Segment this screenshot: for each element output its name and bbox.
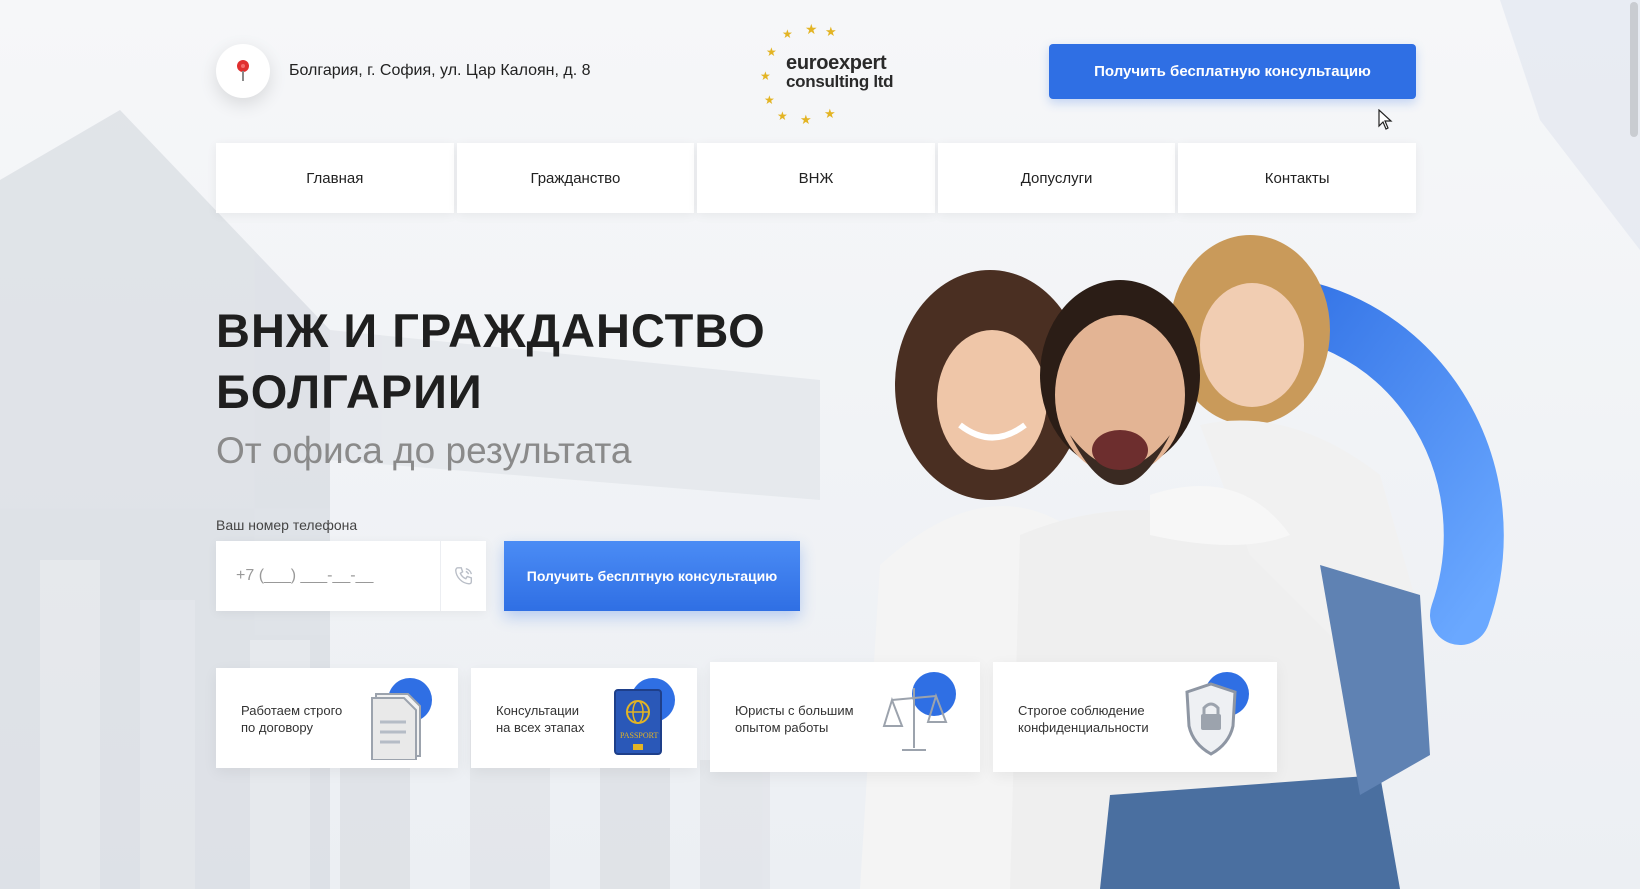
scales-icon	[882, 672, 956, 751]
feature-text-line1: Консультации	[496, 703, 580, 718]
feature-text-line1: Юристы с большим	[735, 703, 854, 718]
feature-text: Консультации на всех этапах	[496, 702, 585, 736]
main-nav: Главная Гражданство ВНЖ Допуслуги Контак…	[216, 143, 1416, 213]
hero-title: ВНЖ И ГРАЖДАНСТВО БОЛГАРИИ	[216, 300, 766, 422]
feature-text-line2: конфиденциальности	[1018, 720, 1149, 735]
phone-input-group	[216, 541, 486, 611]
feature-text-line2: по договору	[241, 720, 313, 735]
phone-field-label: Ваш номер телефона	[216, 517, 358, 533]
header-consultation-button[interactable]: Получить бесплатную консультацию	[1049, 44, 1416, 99]
feature-card-lawyers: Юристы с большим опытом работы	[710, 662, 980, 772]
phone-input[interactable]	[216, 541, 440, 611]
nav-item-residence-permit[interactable]: ВНЖ	[697, 143, 935, 213]
feature-text-line1: Работаем строго	[241, 703, 343, 718]
hero-title-line1: ВНЖ И ГРАЖДАНСТВО	[216, 304, 766, 357]
document-icon	[371, 678, 432, 760]
hero-subtitle: От офиса до результата	[216, 430, 632, 471]
feature-text-line2: на всех этапах	[496, 720, 585, 735]
feature-card-confidentiality: Строгое соблюдение конфиденциальности	[993, 662, 1277, 772]
svg-text:★: ★	[777, 109, 788, 123]
svg-text:★: ★	[766, 45, 777, 59]
passport-icon: PASSPORT	[614, 678, 675, 755]
feature-text: Работаем строго по договору	[241, 702, 342, 736]
logo-text-sub: consulting ltd	[786, 72, 894, 91]
nav-item-citizenship[interactable]: Гражданство	[456, 143, 695, 213]
svg-text:PASSPORT: PASSPORT	[620, 731, 658, 740]
feature-text-line1: Строгое соблюдение	[1018, 703, 1145, 718]
svg-text:★: ★	[824, 106, 836, 121]
hero-title-line2: БОЛГАРИИ	[216, 365, 483, 418]
hero-family-photo	[860, 235, 1504, 889]
svg-text:★: ★	[782, 27, 793, 41]
scrollbar-thumb[interactable]	[1630, 2, 1638, 137]
location-pin-icon	[216, 44, 270, 98]
feature-card-contract: Работаем строго по договору	[216, 668, 458, 768]
svg-text:★: ★	[800, 112, 812, 124]
svg-text:★: ★	[825, 24, 837, 39]
svg-text:★: ★	[805, 21, 818, 37]
shield-lock-icon	[1185, 672, 1249, 756]
nav-item-extra-services[interactable]: Допуслуги	[937, 143, 1176, 213]
nav-item-contacts[interactable]: Контакты	[1178, 143, 1416, 213]
feature-card-consultations: Консультации на всех этапах PASSPORT	[471, 668, 697, 768]
company-logo[interactable]: ★ ★ ★ ★ ★ ★ ★ ★ ★ euroexpert consulting …	[752, 18, 902, 124]
form-consultation-button[interactable]: Получить бесплтную консультацию	[504, 541, 800, 611]
address-text: Болгария, г. София, ул. Цар Калоян, д. 8	[289, 62, 591, 79]
phone-icon	[440, 541, 486, 611]
feature-text-line2: опытом работы	[735, 720, 829, 735]
feature-text: Юристы с большим опытом работы	[735, 702, 854, 736]
svg-text:★: ★	[764, 93, 775, 107]
nav-item-home[interactable]: Главная	[216, 143, 454, 213]
mouse-cursor-icon	[1378, 109, 1393, 130]
svg-text:★: ★	[760, 69, 771, 83]
feature-text: Строгое соблюдение конфиденциальности	[1018, 702, 1149, 736]
